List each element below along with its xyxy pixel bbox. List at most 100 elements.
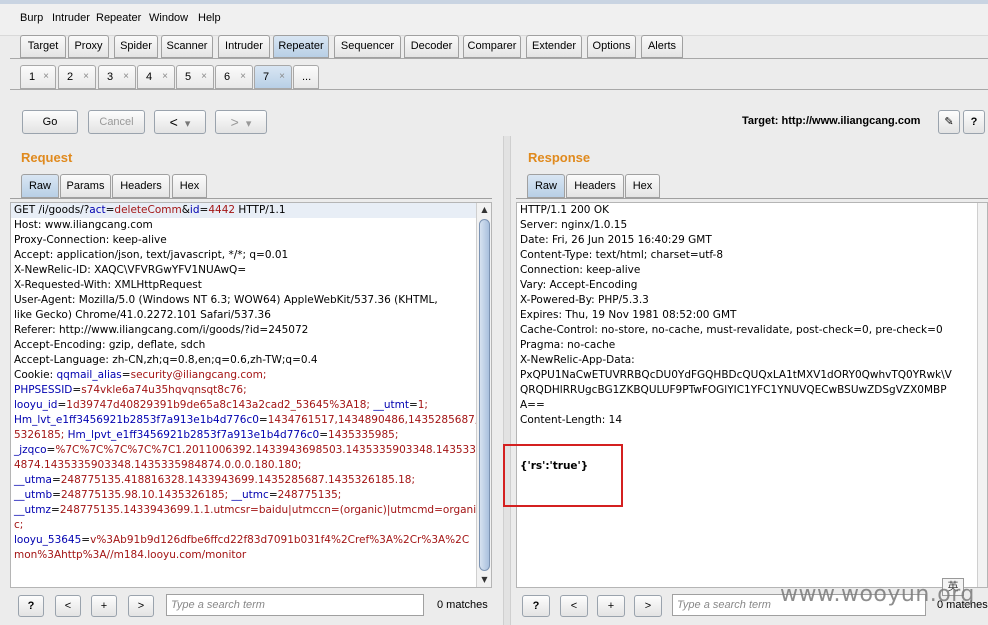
tab-spider[interactable]: Spider (114, 35, 158, 58)
response-line: Server: nginx/1.0.15 (520, 219, 628, 231)
split-divider[interactable] (503, 136, 511, 625)
response-editor[interactable]: HTTP/1.1 200 OK Server: nginx/1.0.15 Date:… (516, 202, 988, 588)
subtab-label: 4 (146, 71, 153, 83)
tab-intruder[interactable]: Intruder (218, 35, 270, 58)
response-tab-hex[interactable]: Hex (625, 174, 660, 198)
response-tab-line (516, 198, 988, 199)
response-line: HTTP/1.1 200 OK (520, 204, 609, 216)
tab-repeater[interactable]: Repeater (273, 35, 329, 58)
response-prev-button[interactable]: < (560, 595, 588, 617)
tab-separator (10, 58, 988, 59)
request-line: 4874.1435335903348.1435335984874.0.0.0.1… (14, 459, 302, 471)
cancel-button[interactable]: Cancel (88, 110, 145, 134)
chevron-left-icon: < (169, 114, 178, 130)
go-button[interactable]: Go (22, 110, 78, 134)
subtab-more[interactable]: ... (293, 65, 319, 89)
menu-burp[interactable]: Burp (20, 12, 43, 24)
tab-comparer[interactable]: Comparer (463, 35, 521, 58)
response-line: PxQPU1NaCwETUVRRBQcDU0YdFGQHBDcQUQxLA1tM… (520, 369, 952, 381)
request-tab-raw[interactable]: Raw (21, 174, 59, 198)
response-tab-headers[interactable]: Headers (566, 174, 624, 198)
response-tab-raw[interactable]: Raw (527, 174, 565, 198)
tab-options[interactable]: Options (587, 35, 636, 58)
request-help-button[interactable]: ? (18, 595, 44, 617)
request-line: Accept-Language: zh-CN,zh;q=0.8,en;q=0.6… (14, 354, 318, 366)
request-tab-params[interactable]: Params (60, 174, 111, 198)
dropdown-arrow-icon: ▾ (245, 118, 252, 130)
response-add-button[interactable]: + (597, 595, 625, 617)
scroll-down-icon[interactable]: ▼ (477, 573, 491, 587)
target-label: Target: http://www.iliangcang.com (742, 115, 921, 127)
subtab-3[interactable]: 3 × (98, 65, 136, 89)
scroll-thumb[interactable] (479, 219, 490, 571)
request-editor[interactable]: GET /i/goods/?act=deleteComm&id=4442 HTT… (10, 202, 492, 588)
tab-target[interactable]: Target (20, 35, 66, 58)
subtab-2[interactable]: 2 × (58, 65, 96, 89)
subtab-7[interactable]: 7 × (254, 65, 292, 89)
close-icon[interactable]: × (83, 66, 89, 88)
close-icon[interactable]: × (201, 66, 207, 88)
menu-window[interactable]: Window (149, 12, 188, 24)
tab-sequencer[interactable]: Sequencer (334, 35, 401, 58)
subtab-6[interactable]: 6 × (215, 65, 253, 89)
subtab-1[interactable]: 1 × (20, 65, 56, 89)
menu-intruder[interactable]: Intruder (52, 12, 90, 24)
close-icon[interactable]: × (123, 66, 129, 88)
menu-help[interactable]: Help (198, 12, 221, 24)
request-title: Request (21, 150, 73, 165)
request-search-input[interactable]: Type a search term (166, 594, 424, 616)
response-help-button[interactable]: ? (522, 595, 550, 617)
menu-repeater[interactable]: Repeater (96, 12, 141, 24)
request-line: __utmb=248775135.98.10.1435326185; __utm… (14, 489, 342, 501)
request-tab-line (10, 198, 492, 199)
request-next-button[interactable]: > (128, 595, 154, 617)
request-line: User-Agent: Mozilla/5.0 (Windows NT 6.3;… (14, 294, 438, 306)
forward-button[interactable]: > ▾ (215, 110, 267, 134)
subtab-label: 6 (224, 71, 231, 83)
response-title: Response (528, 150, 591, 165)
subtab-4[interactable]: 4 × (137, 65, 175, 89)
response-line: X-NewRelic-App-Data: (520, 354, 635, 366)
close-icon[interactable]: × (279, 66, 285, 88)
response-next-button[interactable]: > (634, 595, 662, 617)
close-icon[interactable]: × (43, 66, 49, 88)
response-line: Connection: keep-alive (520, 264, 641, 276)
request-line: Host: www.iliangcang.com (14, 219, 153, 231)
edit-target-button[interactable]: ✎ (938, 110, 960, 134)
request-add-button[interactable]: + (91, 595, 117, 617)
subtab-label: 3 (107, 71, 114, 83)
request-scrollbar[interactable]: ▲ ▼ (476, 203, 491, 587)
response-line: Cache-Control: no-store, no-cache, must-… (520, 324, 943, 336)
back-button[interactable]: < ▾ (154, 110, 206, 134)
subtab-5[interactable]: 5 × (176, 65, 214, 89)
request-line: 5326185; Hm_lpvt_e1ff3456921b2853f7a913e… (14, 429, 399, 441)
tab-proxy[interactable]: Proxy (68, 35, 109, 58)
response-lines: HTTP/1.1 200 OK Server: nginx/1.0.15 Date:… (517, 203, 987, 428)
tab-decoder[interactable]: Decoder (404, 35, 459, 58)
request-line: __utmz=248775135.1433943699.1.1.utmcsr=b… (14, 504, 477, 516)
request-tab-hex[interactable]: Hex (172, 174, 207, 198)
response-scrollbar[interactable] (977, 203, 987, 587)
request-line: Accept: application/json, text/javascrip… (14, 249, 289, 261)
subtab-label: 1 (29, 71, 36, 83)
response-line: Date: Fri, 26 Jun 2015 16:40:29 GMT (520, 234, 712, 246)
response-line: Pragma: no-cache (520, 339, 616, 351)
request-line: __utma=248775135.418816328.1433943699.14… (14, 474, 415, 486)
scroll-up-icon[interactable]: ▲ (477, 203, 491, 217)
close-icon[interactable]: × (162, 66, 168, 88)
request-prev-button[interactable]: < (55, 595, 81, 617)
help-button[interactable]: ? (963, 110, 985, 134)
request-line: mon%3Ahttp%3A//m184.looyu.com/monitor (14, 549, 247, 561)
tab-alerts[interactable]: Alerts (641, 35, 683, 58)
close-icon[interactable]: × (240, 66, 246, 88)
response-line: A== (520, 399, 545, 411)
tab-scanner[interactable]: Scanner (161, 35, 213, 58)
request-lines: GET /i/goods/?act=deleteComm&id=4442 HTT… (11, 203, 491, 563)
tab-extender[interactable]: Extender (526, 35, 582, 58)
request-line: like Gecko) Chrome/41.0.2272.101 Safari/… (14, 309, 271, 321)
response-line: Vary: Accept-Encoding (520, 279, 638, 291)
dropdown-arrow-icon: ▾ (184, 118, 191, 130)
request-line: PHPSESSID=s74vkle6a74u35hqvqnsqt8c76; (14, 384, 247, 396)
request-tab-headers[interactable]: Headers (112, 174, 170, 198)
subtab-separator (10, 89, 988, 90)
